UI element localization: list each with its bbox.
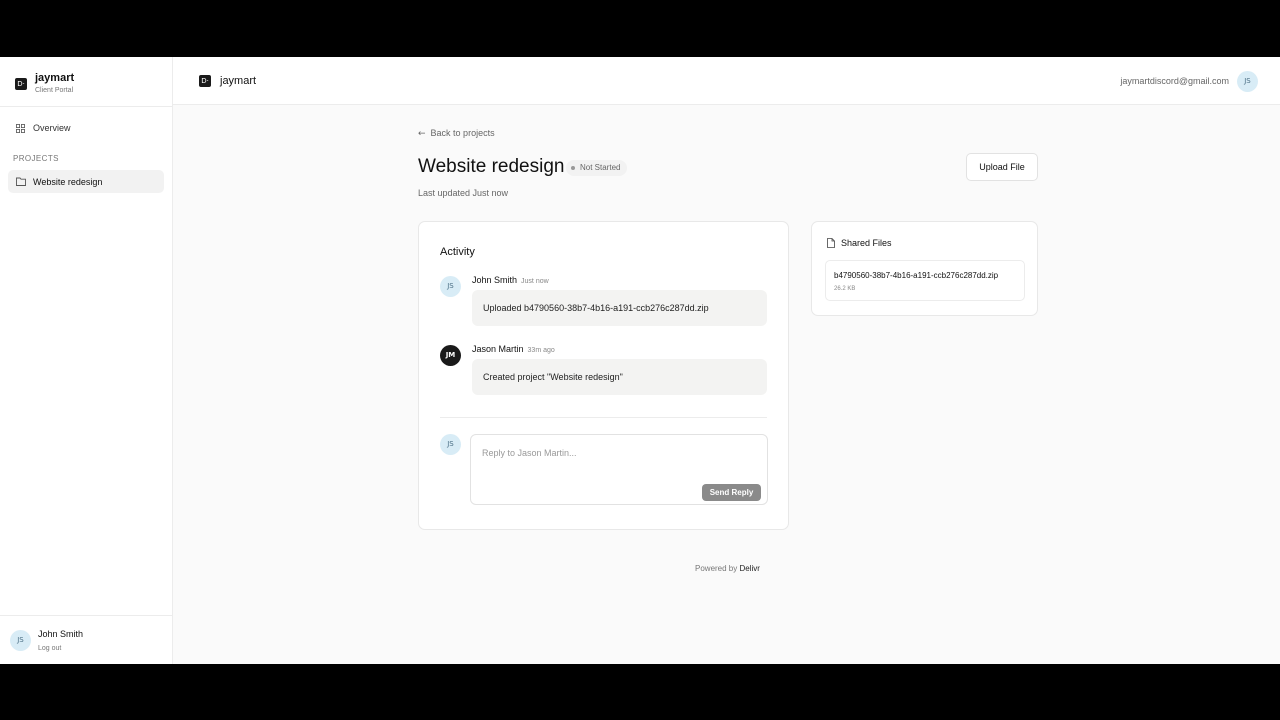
last-updated: Last updated Just now (418, 188, 509, 198)
arrow-left-icon: ← (418, 129, 426, 139)
grid-icon (16, 124, 25, 133)
brand-logo-icon: D· (15, 78, 27, 90)
header-avatar[interactable]: JS (1237, 71, 1258, 92)
logout-link[interactable]: Log out (38, 645, 61, 652)
sidebar: D· jaymart Client Portal Overview PROJEC… (0, 57, 173, 664)
user-name: John Smith (38, 629, 84, 639)
app-window: D· jaymart Client Portal Overview PROJEC… (0, 57, 1280, 664)
avatar: JS (440, 434, 461, 455)
file-size: 26.2 KB (834, 286, 856, 292)
file-item[interactable]: b4790560-38b7-4b16-a191-ccb276c287dd.zip… (825, 260, 1025, 301)
file-icon (827, 238, 835, 248)
reply-placeholder: Reply to Jason Martin... (482, 448, 577, 458)
author-name: John Smith (472, 275, 518, 285)
status-dot-icon (571, 166, 575, 170)
activity-title: Activity (440, 246, 475, 258)
activity-card: Activity JS John Smith Just now Uploaded … (418, 221, 789, 530)
top-header: D· jaymart jaymartdiscord@gmail.com JS (173, 57, 1280, 105)
status-badge: Not Started (566, 160, 628, 176)
activity-message: Created project "Website redesign" (472, 359, 767, 395)
file-name: b4790560-38b7-4b16-a191-ccb276c287dd.zip (834, 271, 999, 280)
avatar: JM (440, 345, 461, 366)
sidebar-item-label: Overview (33, 123, 71, 133)
page-title: Website redesign (418, 156, 565, 177)
letterbox-top (0, 0, 1280, 57)
powered-brand-link[interactable]: Delivr (739, 564, 759, 573)
brand-name: jaymart (35, 72, 75, 84)
reply-textarea[interactable]: Reply to Jason Martin... Send Reply (470, 434, 768, 505)
upload-file-button[interactable]: Upload File (966, 153, 1038, 181)
folder-icon (16, 177, 26, 186)
activity-time: 33m ago (527, 347, 555, 354)
send-reply-button[interactable]: Send Reply (702, 484, 761, 501)
divider (440, 417, 767, 418)
sidebar-item-overview[interactable]: Overview (8, 120, 164, 138)
letterbox-bottom (0, 664, 1280, 720)
brand-subtitle: Client Portal (35, 87, 74, 94)
back-to-projects-link[interactable]: ← Back to projects (418, 128, 495, 139)
powered-prefix: Powered by (695, 564, 738, 573)
shared-files-title: Shared Files (841, 238, 892, 248)
sidebar-user: JS John Smith Log out (0, 615, 172, 664)
avatar: JS (10, 630, 31, 651)
status-label: Not Started (580, 163, 621, 172)
shared-files-card: Shared Files b4790560-38b7-4b16-a191-ccb… (811, 221, 1038, 316)
user-email: jaymartdiscord@gmail.com (1120, 76, 1229, 86)
activity-author: John Smith Just now (472, 275, 549, 285)
activity-author: Jason Martin 33m ago (472, 344, 555, 354)
back-link-label: Back to projects (430, 128, 495, 138)
projects-section-label: PROJECTS (13, 154, 59, 163)
activity-time: Just now (521, 278, 549, 285)
sidebar-brand: D· jaymart Client Portal (0, 57, 172, 107)
header-brand: jaymart (220, 75, 257, 87)
brand-logo-icon: D· (199, 75, 211, 87)
avatar: JS (440, 276, 461, 297)
sidebar-item-website-redesign[interactable]: Website redesign (8, 170, 164, 193)
powered-by: Powered by Delivr (695, 564, 760, 573)
sidebar-item-label: Website redesign (33, 177, 103, 187)
activity-message: Uploaded b4790560-38b7-4b16-a191-ccb276c… (472, 290, 767, 326)
author-name: Jason Martin (472, 344, 524, 354)
